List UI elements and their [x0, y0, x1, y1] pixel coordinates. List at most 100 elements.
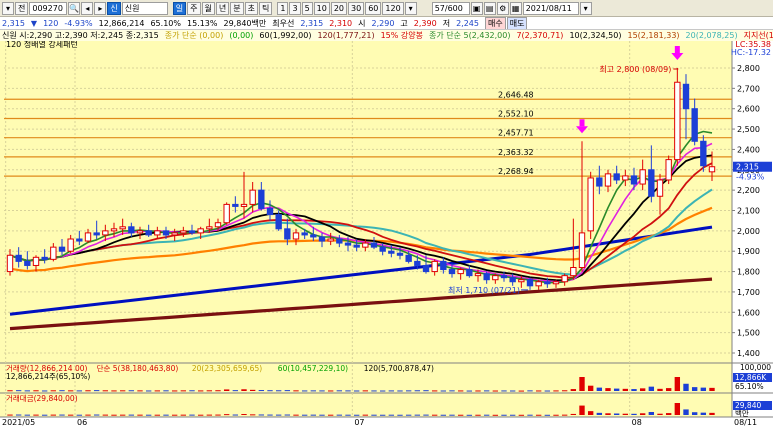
- candle-body[interactable]: [422, 264, 430, 273]
- candle-body[interactable]: [700, 140, 707, 167]
- candle-body[interactable]: [284, 228, 291, 240]
- candle-body[interactable]: [379, 246, 386, 252]
- period-tab-month[interactable]: 월: [201, 1, 215, 15]
- candle-body[interactable]: [67, 238, 74, 252]
- candle-body[interactable]: [630, 175, 638, 185]
- buy-button[interactable]: 매수: [484, 17, 506, 29]
- candle-body[interactable]: [604, 173, 612, 187]
- candle-body[interactable]: [474, 273, 482, 277]
- candle-body[interactable]: [180, 230, 187, 234]
- minute-1[interactable]: 1: [277, 1, 289, 15]
- candle-body[interactable]: [41, 256, 48, 260]
- period-tab-week[interactable]: 주: [187, 1, 201, 15]
- candle-body[interactable]: [93, 232, 100, 236]
- calendar-icon[interactable]: ▦: [509, 1, 522, 15]
- candle-body[interactable]: [448, 269, 456, 275]
- candle-body[interactable]: [674, 81, 681, 161]
- candle-body[interactable]: [639, 169, 646, 185]
- candle-body[interactable]: [544, 281, 551, 285]
- candle-body[interactable]: [665, 159, 672, 181]
- candle-body[interactable]: [656, 179, 664, 197]
- zoom-out-icon[interactable]: ▤: [483, 1, 496, 15]
- minute-30[interactable]: 30: [348, 1, 365, 15]
- menu-badge[interactable]: 신: [107, 1, 121, 15]
- minute-3[interactable]: 3: [289, 1, 301, 15]
- period-tab-tick[interactable]: 틱: [259, 1, 273, 15]
- candle-body[interactable]: [275, 214, 282, 230]
- candle-body[interactable]: [405, 254, 412, 262]
- period-tab-second[interactable]: 초: [244, 1, 258, 15]
- candle-body[interactable]: [84, 232, 92, 242]
- candle-body[interactable]: [466, 269, 473, 277]
- candle-body[interactable]: [206, 226, 213, 230]
- candle-body[interactable]: [388, 250, 395, 254]
- candle-body[interactable]: [457, 269, 464, 275]
- candle-body[interactable]: [500, 275, 508, 279]
- candle-body[interactable]: [58, 246, 66, 252]
- candle-body[interactable]: [535, 281, 542, 287]
- menu-icon[interactable]: ▾: [2, 1, 14, 15]
- candle-body[interactable]: [15, 254, 22, 262]
- minute-20[interactable]: 20: [330, 1, 348, 15]
- candle-body[interactable]: [414, 260, 421, 266]
- candle-body[interactable]: [682, 83, 690, 110]
- config-icon[interactable]: ⚙: [496, 1, 509, 15]
- chart-area[interactable]: 2,8002,7002,6002,5002,4002,3002,2002,100…: [0, 39, 773, 427]
- next-icon[interactable]: ▸: [94, 1, 107, 15]
- date-picker-icon[interactable]: ▾: [579, 1, 592, 15]
- candle-body[interactable]: [266, 207, 274, 216]
- candle-body[interactable]: [76, 238, 83, 242]
- candle-body[interactable]: [362, 242, 369, 248]
- candle-body[interactable]: [691, 108, 698, 142]
- candle-body[interactable]: [587, 177, 594, 232]
- sell-button[interactable]: 매도: [506, 17, 528, 29]
- candle-body[interactable]: [6, 254, 14, 273]
- candle-body[interactable]: [622, 175, 629, 181]
- candle-body[interactable]: [162, 230, 170, 236]
- date-field[interactable]: 2021/08/11: [522, 1, 579, 15]
- candle-body[interactable]: [258, 189, 265, 209]
- candle-body[interactable]: [353, 244, 360, 248]
- candle-body[interactable]: [188, 230, 196, 234]
- candle-body[interactable]: [344, 242, 352, 246]
- candle-body[interactable]: [492, 275, 499, 281]
- candle-body[interactable]: [249, 189, 256, 205]
- candle-body[interactable]: [232, 203, 239, 207]
- view-selector[interactable]: 전: [15, 1, 29, 15]
- candle-body[interactable]: [171, 232, 178, 236]
- candle-body[interactable]: [128, 226, 135, 234]
- candle-body[interactable]: [431, 260, 438, 273]
- candle-body[interactable]: [518, 279, 525, 283]
- candle-body[interactable]: [214, 222, 222, 228]
- candle-body[interactable]: [223, 203, 230, 224]
- candle-body[interactable]: [327, 238, 334, 242]
- candle-body[interactable]: [154, 230, 161, 236]
- data-count-field[interactable]: 57/600: [431, 1, 470, 15]
- stock-name-field[interactable]: 신원: [121, 1, 168, 15]
- minute-5[interactable]: 5: [301, 1, 313, 15]
- candle-body[interactable]: [526, 279, 534, 287]
- period-tab-minute[interactable]: 분: [230, 1, 244, 15]
- period-tab-day[interactable]: 일: [172, 1, 187, 15]
- candle-body[interactable]: [136, 230, 144, 234]
- candle-body[interactable]: [708, 166, 716, 173]
- prev-icon[interactable]: ◂: [81, 1, 94, 15]
- candle-body[interactable]: [483, 273, 490, 281]
- candle-body[interactable]: [596, 177, 603, 187]
- period-tab-year[interactable]: 년: [215, 1, 230, 15]
- candle-body[interactable]: [570, 267, 577, 277]
- dropdown-icon[interactable]: ▾: [404, 1, 417, 15]
- candle-body[interactable]: [292, 232, 300, 240]
- candle-body[interactable]: [552, 281, 560, 285]
- minute-120[interactable]: 120: [382, 1, 404, 15]
- candle-body[interactable]: [318, 236, 326, 242]
- candle-body[interactable]: [119, 226, 126, 230]
- candle-body[interactable]: [301, 232, 308, 236]
- search-icon[interactable]: 🔍: [68, 1, 81, 15]
- candle-body[interactable]: [648, 169, 655, 197]
- candle-body[interactable]: [240, 203, 248, 207]
- candle-body[interactable]: [145, 230, 152, 236]
- candle-body[interactable]: [440, 260, 447, 271]
- candle-body[interactable]: [24, 260, 31, 266]
- candle-body[interactable]: [110, 228, 118, 232]
